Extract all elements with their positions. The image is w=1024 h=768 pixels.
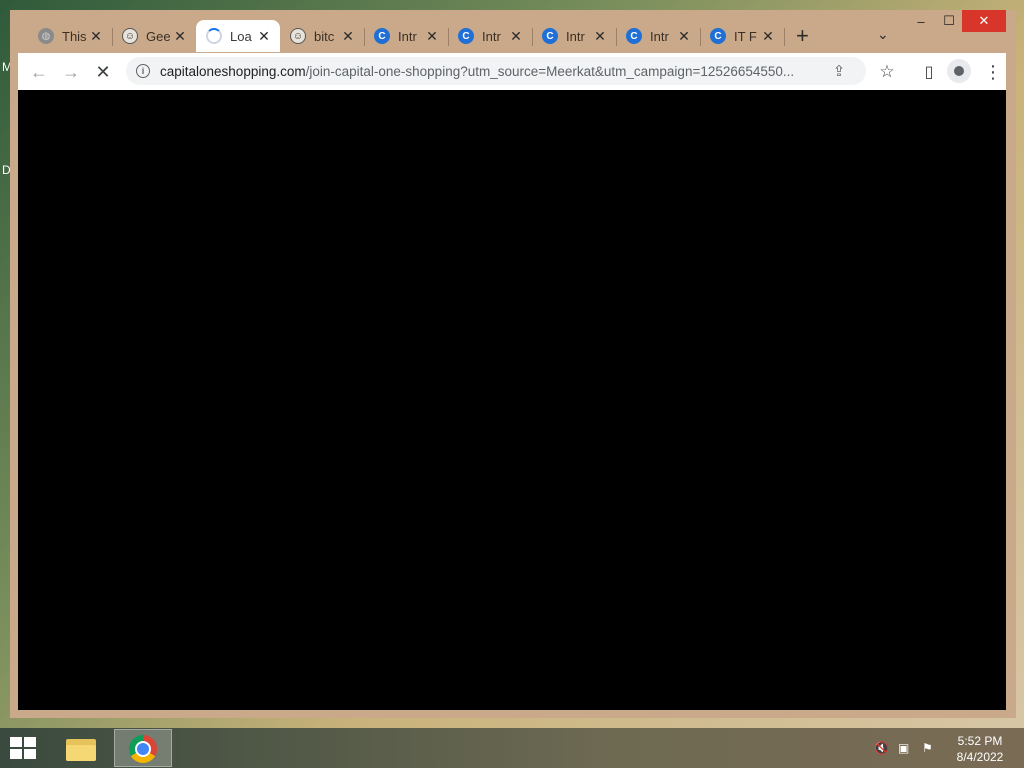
new-tab-button[interactable]: + bbox=[796, 25, 809, 47]
tab-1[interactable]: ☺ Gee ✕ bbox=[112, 20, 196, 52]
close-icon[interactable]: ✕ bbox=[592, 28, 608, 45]
close-icon[interactable]: ✕ bbox=[508, 28, 524, 45]
loading-spinner-icon bbox=[206, 28, 222, 44]
bookmark-star-icon[interactable]: ☆ bbox=[876, 61, 898, 83]
maximize-button[interactable]: ☐ bbox=[936, 10, 962, 32]
folder-icon-front bbox=[66, 745, 96, 761]
globe-icon: ◍ bbox=[38, 28, 54, 44]
capital-one-c-icon: C bbox=[374, 28, 390, 44]
tab-2-active[interactable]: Loa ✕ bbox=[196, 20, 280, 52]
url-text[interactable]: capitaloneshopping.com/join-capital-one-… bbox=[160, 64, 820, 79]
info-icon[interactable]: i bbox=[136, 64, 150, 78]
tab-strip: ◍ This ✕ ☺ Gee ✕ Loa ✕ ☺ bitc ✕ C Intr ✕ bbox=[10, 10, 1016, 54]
tab-title: Gee bbox=[146, 28, 171, 44]
close-icon[interactable]: ✕ bbox=[172, 28, 188, 45]
share-icon[interactable]: ⇪ bbox=[830, 62, 848, 80]
chrome-icon bbox=[129, 735, 157, 763]
troll-face-icon: ☺ bbox=[290, 28, 306, 44]
close-icon[interactable]: ✕ bbox=[256, 28, 272, 45]
tab-search-button[interactable]: ⌄ bbox=[877, 26, 889, 43]
tab-title: Intr bbox=[566, 28, 585, 44]
minimize-button[interactable]: – bbox=[906, 10, 936, 32]
tab-divider bbox=[784, 28, 785, 46]
side-panel-icon[interactable]: ▯ bbox=[918, 61, 940, 83]
tab-title: Intr bbox=[650, 28, 669, 44]
windows-logo-pane bbox=[10, 749, 22, 759]
tab-0[interactable]: ◍ This ✕ bbox=[28, 20, 112, 52]
clock-time: 5:52 PM bbox=[957, 734, 1003, 748]
chrome-taskbar-button[interactable] bbox=[114, 729, 172, 767]
close-icon[interactable]: ✕ bbox=[760, 28, 776, 45]
volume-muted-icon[interactable]: 🔇 bbox=[874, 741, 890, 755]
close-icon[interactable]: ✕ bbox=[676, 28, 692, 45]
tab-title: IT F bbox=[734, 28, 757, 44]
profile-avatar[interactable] bbox=[947, 59, 971, 83]
capital-one-c-icon: C bbox=[626, 28, 642, 44]
tab-title: This bbox=[62, 28, 87, 44]
tab-title: Loa bbox=[230, 28, 252, 44]
tab-title: Intr bbox=[398, 28, 417, 44]
capital-one-c-icon: C bbox=[458, 28, 474, 44]
close-window-button[interactable]: ✕ bbox=[962, 10, 1006, 32]
tab-7[interactable]: C Intr ✕ bbox=[616, 20, 700, 52]
tab-title: bitc bbox=[314, 28, 335, 44]
system-clock[interactable]: 5:52 PM 8/4/2022 bbox=[950, 733, 1010, 765]
browser-toolbar: ← → ✕ i capitaloneshopping.com/join-capi… bbox=[18, 53, 1006, 90]
windows-logo-pane bbox=[24, 749, 36, 759]
person-icon bbox=[954, 66, 964, 76]
close-icon[interactable]: ✕ bbox=[424, 28, 440, 45]
stop-loading-button[interactable]: ✕ bbox=[92, 61, 114, 83]
capital-one-c-icon: C bbox=[542, 28, 558, 44]
start-button[interactable] bbox=[10, 737, 38, 761]
capital-one-c-icon: C bbox=[710, 28, 726, 44]
troll-face-icon: ☺ bbox=[122, 28, 138, 44]
forward-button[interactable]: → bbox=[60, 61, 82, 83]
clock-date: 8/4/2022 bbox=[956, 750, 1004, 764]
action-center-flag-icon[interactable]: ⚑ bbox=[922, 741, 938, 755]
address-bar[interactable]: i capitaloneshopping.com/join-capital-on… bbox=[126, 57, 866, 85]
url-host: capitaloneshopping.com bbox=[160, 63, 306, 79]
tab-4[interactable]: C Intr ✕ bbox=[364, 20, 448, 52]
tab-5[interactable]: C Intr ✕ bbox=[448, 20, 532, 52]
tab-title: Intr bbox=[482, 28, 501, 44]
network-icon[interactable]: ▣ bbox=[898, 741, 914, 755]
tab-3[interactable]: ☺ bitc ✕ bbox=[280, 20, 364, 52]
windows-logo-pane bbox=[10, 737, 22, 747]
url-path: /join-capital-one-shopping?utm_source=Me… bbox=[305, 63, 795, 79]
close-icon[interactable]: ✕ bbox=[88, 28, 104, 45]
back-button[interactable]: ← bbox=[28, 61, 50, 83]
close-icon[interactable]: ✕ bbox=[340, 28, 356, 45]
taskbar: 🔇 ▣ ⚑ 5:52 PM 8/4/2022 bbox=[0, 728, 1024, 768]
tab-6[interactable]: C Intr ✕ bbox=[532, 20, 616, 52]
page-content-loading bbox=[18, 90, 1006, 710]
file-explorer-button[interactable] bbox=[64, 733, 98, 763]
windows-logo-pane bbox=[24, 737, 36, 747]
browser-window: ◍ This ✕ ☺ Gee ✕ Loa ✕ ☺ bitc ✕ C Intr ✕ bbox=[10, 10, 1016, 718]
menu-kebab-icon[interactable]: ⋮ bbox=[982, 61, 1004, 83]
tab-8[interactable]: C IT F ✕ bbox=[700, 20, 784, 52]
